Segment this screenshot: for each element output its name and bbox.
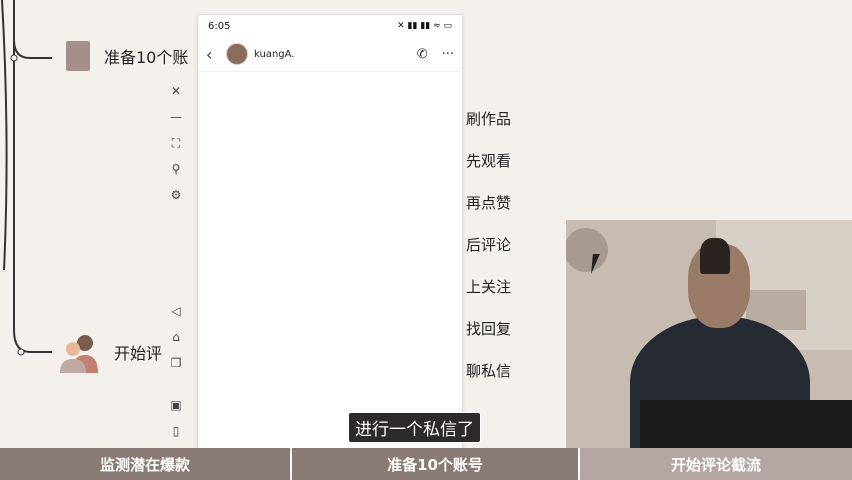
chapter-nav-bar: 监测潜在爆款 准备10个账号 开始评论截流	[0, 448, 852, 480]
step-item: 再点赞	[466, 194, 512, 212]
contact-avatar[interactable]	[226, 43, 248, 65]
contact-name[interactable]: kuangA.	[254, 49, 417, 60]
phone-statusbar: 6:05 ✕ ▮▮ ▮▮ ≈ ▭	[198, 15, 462, 37]
step-item: 聊私信	[466, 362, 512, 380]
status-icons: ✕ ▮▮ ▮▮ ≈ ▭	[397, 21, 452, 31]
more-options-icon[interactable]: ···	[442, 47, 454, 62]
step-item: 找回复	[466, 320, 512, 338]
side-toolbar: ✕ — ⛶ ⚲ ⚙ ◁ ⌂ ❐ ▣ ▯	[165, 78, 187, 448]
back-icon[interactable]: ‹	[206, 45, 222, 64]
step-item: 上关注	[466, 278, 512, 296]
recent-apps-icon[interactable]: ❐	[168, 355, 184, 371]
mindmap-node-comment: 开始评	[58, 331, 162, 373]
presenter-hair	[700, 238, 730, 274]
people-icon	[58, 331, 100, 373]
chat-header: ‹ kuangA. ✆ ···	[198, 37, 462, 72]
step-item: 先观看	[466, 152, 512, 170]
step-item: 刷作品	[466, 110, 512, 128]
status-time: 6:05	[208, 20, 231, 32]
settings-icon[interactable]: ⚙	[168, 187, 184, 203]
phone-call-icon[interactable]: ✆	[417, 47, 428, 62]
node-comment-label: 开始评	[114, 344, 163, 363]
back-nav-icon[interactable]: ◁	[168, 303, 184, 319]
minimize-icon[interactable]: —	[168, 109, 184, 125]
home-icon[interactable]: ⌂	[168, 329, 184, 345]
screenshot-icon[interactable]: ▣	[168, 397, 184, 413]
step-item: 后评论	[466, 236, 512, 254]
chat-body	[198, 72, 462, 442]
node-swatch	[66, 41, 90, 71]
pin-icon[interactable]: ⚲	[168, 161, 184, 177]
chapter-accounts[interactable]: 准备10个账号	[292, 448, 578, 480]
phone-window: 6:05 ✕ ▮▮ ▮▮ ≈ ▭ ‹ kuangA. ✆ ···	[197, 14, 463, 450]
mindmap-node-accounts: 准备10个账	[66, 41, 188, 71]
mouse-cursor-icon	[591, 254, 607, 274]
chapter-comment[interactable]: 开始评论截流	[580, 448, 852, 480]
desk-keyboard	[640, 400, 852, 448]
video-subtitle: 进行一个私信了	[348, 412, 481, 443]
record-icon[interactable]: ▯	[168, 423, 184, 439]
close-icon[interactable]: ✕	[168, 83, 184, 99]
node-accounts-label: 准备10个账	[104, 48, 189, 67]
fullscreen-icon[interactable]: ⛶	[168, 135, 184, 151]
chapter-monitor[interactable]: 监测潜在爆款	[0, 448, 290, 480]
